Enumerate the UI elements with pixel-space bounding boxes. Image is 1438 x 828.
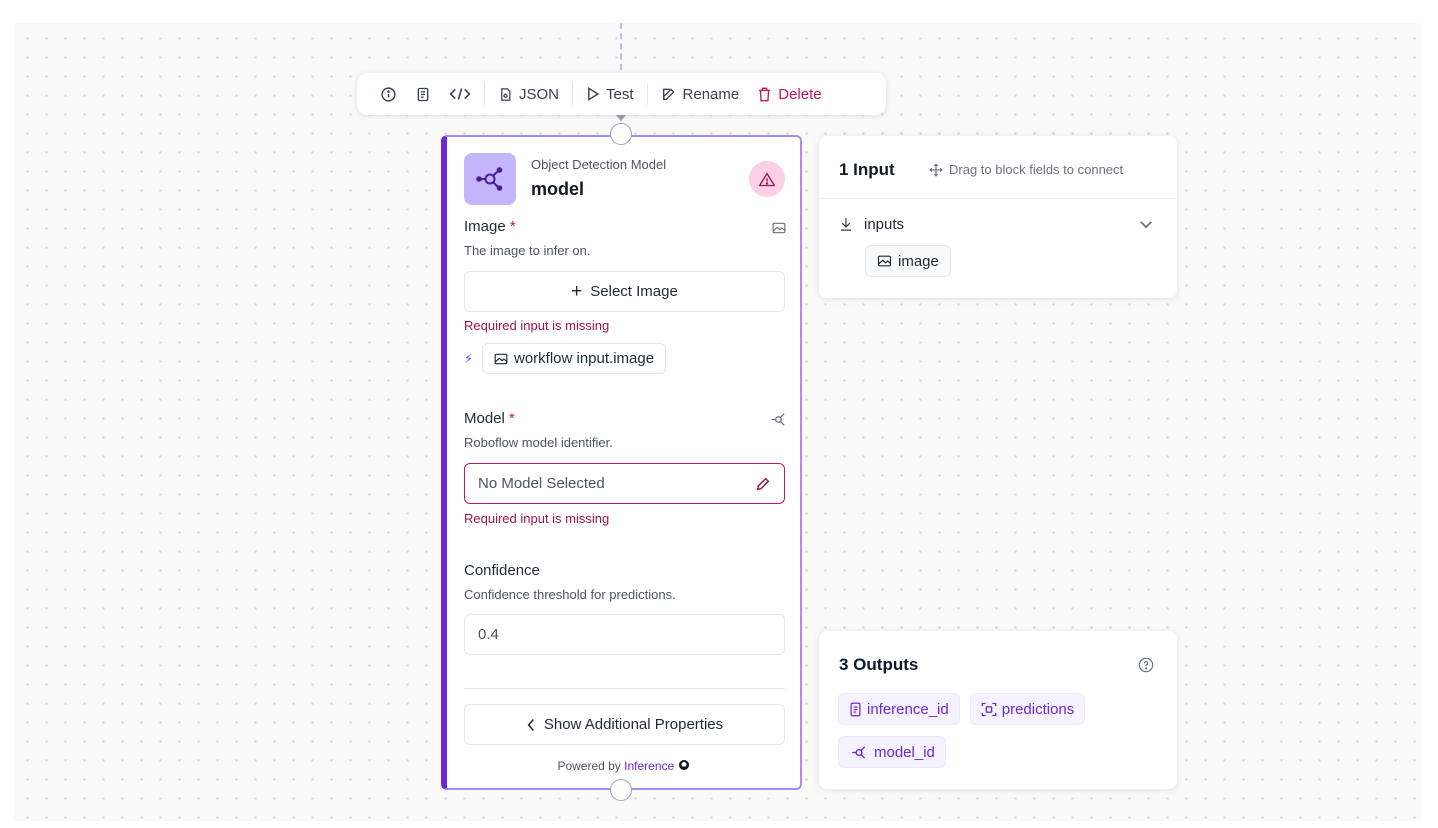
panel-divider: [819, 198, 1177, 199]
node-type: Object Detection Model: [531, 157, 667, 172]
inputs-group-header[interactable]: inputs: [839, 216, 904, 233]
object-detection-node[interactable]: Object Detection Model model Image * The…: [441, 135, 802, 790]
image-icon: [494, 353, 508, 364]
delete-button[interactable]: Delete: [748, 73, 830, 115]
move-icon: [929, 162, 943, 177]
inputs-panel: 1 Input Drag to block fields to connect …: [819, 136, 1177, 298]
id-icon: [850, 702, 861, 716]
image-label-text: Image: [464, 218, 506, 235]
output-label: inference_id: [867, 700, 949, 718]
select-image-button[interactable]: + Select Image: [464, 271, 785, 312]
select-image-label: Select Image: [590, 283, 678, 300]
output-handle[interactable]: [610, 779, 632, 801]
confidence-field-description: Confidence threshold for predictions.: [464, 587, 676, 602]
input-handle[interactable]: [610, 123, 632, 145]
bounding-box-icon: [981, 702, 997, 716]
drag-hint-text: Drag to block fields to connect: [949, 162, 1124, 177]
image-type-icon: [772, 221, 786, 239]
node-toolbar: JSON Test Rename Delete: [357, 73, 886, 115]
toolbar-divider: [572, 83, 574, 105]
edit-icon: [662, 88, 675, 100]
model-value: No Model Selected: [478, 475, 605, 492]
chevron-left-icon: [527, 718, 534, 731]
toolbar-divider: [484, 83, 485, 105]
model-field-label: Model *: [464, 410, 515, 427]
document-icon: [417, 87, 429, 101]
output-chip-inference-id[interactable]: inference_id: [838, 693, 960, 725]
outputs-title: 3 Outputs: [839, 655, 919, 674]
edge-arrow: [615, 114, 627, 121]
drag-hint: Drag to block fields to connect: [929, 162, 1123, 177]
output-chip-model-id[interactable]: model_id: [838, 736, 946, 768]
plus-icon: +: [571, 281, 583, 302]
output-label: model_id: [874, 743, 935, 761]
json-label: JSON: [519, 85, 560, 103]
model-label-text: Model: [464, 410, 505, 427]
play-icon: [588, 87, 600, 101]
divider: [464, 688, 785, 689]
model-field-description: Roboflow model identifier.: [464, 435, 613, 450]
info-button[interactable]: [371, 73, 406, 115]
github-icon[interactable]: [678, 759, 690, 771]
rename-label: Rename: [682, 85, 740, 103]
model-icon: [464, 153, 516, 205]
warning-icon: [759, 171, 775, 186]
show-additional-properties-button[interactable]: Show Additional Properties: [464, 704, 785, 745]
delete-label: Delete: [778, 85, 822, 103]
confidence-input[interactable]: 0.4: [464, 614, 785, 655]
outputs-panel: 3 Outputs inference_id predictions model…: [819, 631, 1177, 789]
inference-link[interactable]: Inference: [624, 759, 674, 773]
powered-by-text: Powered by: [557, 759, 621, 773]
download-icon: [841, 218, 851, 231]
trash-icon: [759, 87, 771, 101]
lightning-icon: ⚡: [464, 351, 474, 366]
help-icon[interactable]: [1138, 657, 1154, 673]
node-name: model: [531, 179, 585, 199]
chevron-down-icon[interactable]: [1139, 220, 1153, 229]
show-additional-label: Show Additional Properties: [543, 716, 724, 733]
file-json-icon: [501, 87, 511, 101]
input-chip-label: image: [898, 252, 939, 270]
code-icon: [449, 88, 471, 100]
output-chip-predictions[interactable]: predictions: [969, 693, 1086, 725]
model-type-icon: [769, 412, 788, 432]
input-chip-image[interactable]: image: [865, 245, 951, 277]
model-error: Required input is missing: [464, 511, 610, 526]
pencil-icon[interactable]: [755, 476, 771, 492]
image-field-description: The image to infer on.: [464, 243, 591, 258]
inputs-group-label: inputs: [864, 216, 905, 233]
powered-by: Powered by Inference: [447, 759, 800, 773]
code-button[interactable]: [440, 73, 480, 115]
test-button[interactable]: Test: [577, 73, 643, 115]
required-mark: *: [509, 218, 516, 235]
test-label: Test: [606, 85, 634, 103]
model-icon: [852, 745, 866, 759]
image-error: Required input is missing: [464, 318, 610, 333]
json-button[interactable]: JSON: [489, 73, 568, 115]
info-icon: [381, 86, 396, 102]
output-label: predictions: [1001, 700, 1075, 718]
required-mark: *: [509, 410, 515, 427]
image-binding-chip[interactable]: workflow input.image: [482, 343, 667, 374]
image-field-label: Image *: [464, 218, 516, 235]
rename-button[interactable]: Rename: [652, 73, 749, 115]
outputs-list: inference_id predictions model_id: [838, 693, 1168, 768]
confidence-field-label: Confidence: [464, 562, 540, 579]
model-select-input[interactable]: No Model Selected: [464, 463, 785, 504]
docs-button[interactable]: [406, 73, 440, 115]
image-icon: [877, 255, 892, 267]
warning-badge[interactable]: [749, 161, 785, 197]
confidence-value: 0.4: [478, 626, 499, 643]
toolbar-divider: [646, 83, 648, 105]
image-binding-text: workflow input.image: [514, 350, 655, 367]
inputs-title: 1 Input: [839, 160, 895, 179]
